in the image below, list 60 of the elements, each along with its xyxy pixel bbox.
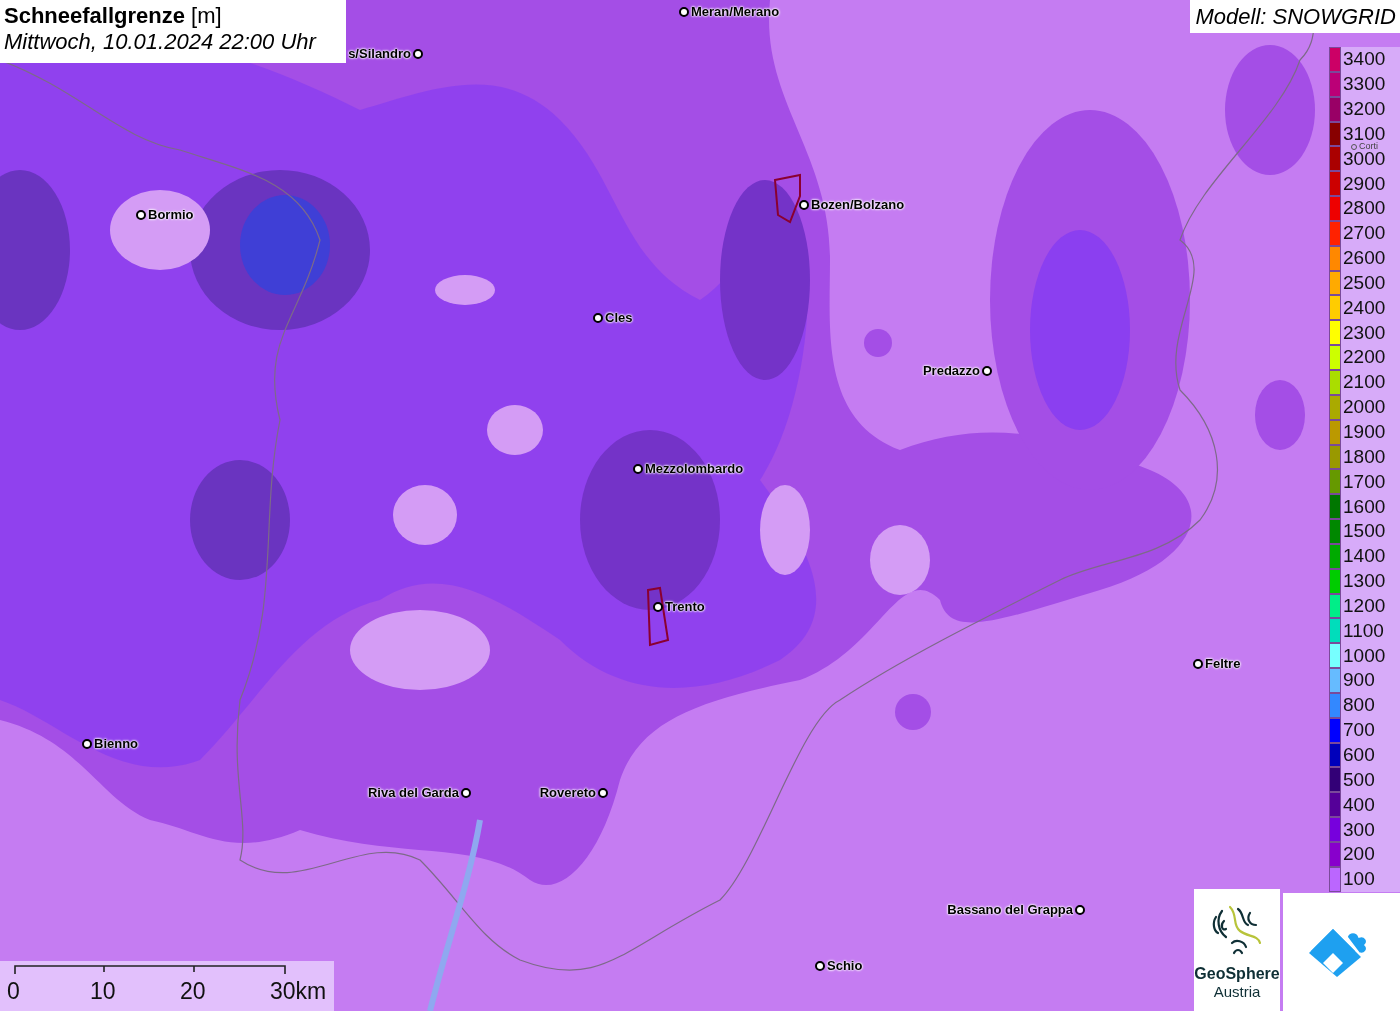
legend-label: 2400 xyxy=(1342,299,1386,316)
legend-label: 500 xyxy=(1342,771,1375,788)
legend-label: 800 xyxy=(1342,697,1375,714)
legend-label: 1600 xyxy=(1342,498,1386,515)
legend-label: 2000 xyxy=(1342,399,1386,416)
legend-label: 2500 xyxy=(1342,274,1386,292)
city-label: Bormio xyxy=(148,207,194,222)
city-label: s/Silandro xyxy=(348,46,411,61)
map-title: Schneefallgrenze [m] xyxy=(4,3,223,29)
scale-label: 30km xyxy=(270,978,328,1005)
logo-subtitle: Austria xyxy=(1213,983,1261,1000)
city-label: Riva del Garda xyxy=(367,785,459,800)
city-label: Corti xyxy=(1359,142,1378,151)
legend-label: 3200 xyxy=(1342,101,1386,118)
legend-label: 1300 xyxy=(1342,573,1386,590)
city-label: Bozen/Bolzano xyxy=(811,197,905,212)
city-label: Bienno xyxy=(94,736,139,751)
city-label: Rovereto xyxy=(539,785,596,800)
legend-label: 2200 xyxy=(1342,349,1386,366)
legend-label: 2900 xyxy=(1342,175,1386,192)
contour-lines-icon xyxy=(1210,903,1264,957)
legend-label: 1800 xyxy=(1342,448,1386,465)
legend-label: 1700 xyxy=(1342,473,1386,490)
legend-label: 1100 xyxy=(1342,622,1384,639)
city-label: Trento xyxy=(665,599,705,614)
legend-label: 600 xyxy=(1342,746,1375,764)
legend-label: 3000 xyxy=(1342,150,1386,167)
legend-label: 2100 xyxy=(1342,374,1386,391)
legend-label: 1900 xyxy=(1342,424,1386,441)
city-label: Predazzo xyxy=(922,363,980,378)
legend-label: 1500 xyxy=(1342,523,1386,540)
logo-name: GeoSphere xyxy=(1194,965,1280,983)
scale-label: 10 xyxy=(90,978,117,1005)
city-label: Cles xyxy=(605,310,633,325)
legend-label: 3100 xyxy=(1342,125,1386,142)
legend-label: 700 xyxy=(1342,722,1375,739)
legend-label: 400 xyxy=(1342,796,1375,813)
legend-label: 200 xyxy=(1342,846,1375,863)
forecast-datetime: Mittwoch, 10.01.2024 22:00 Uhr xyxy=(4,29,318,55)
legend-label: 1200 xyxy=(1342,597,1386,615)
scale-label: 20 xyxy=(180,978,207,1005)
legend-label: 2300 xyxy=(1342,324,1386,341)
legend-label: 300 xyxy=(1342,821,1375,838)
legend-label: 2800 xyxy=(1342,200,1386,217)
legend-label: 100 xyxy=(1342,871,1375,888)
city-label: Bassano del Grappa xyxy=(947,902,1073,917)
city-label: Schio xyxy=(827,958,863,973)
legend-label: 3400 xyxy=(1342,51,1386,68)
legend-label: 2600 xyxy=(1342,250,1386,267)
legend-label: 3300 xyxy=(1342,76,1386,93)
scale-ruler-icon xyxy=(14,965,286,974)
legend-label: 900 xyxy=(1342,672,1375,689)
model-label: Modell: SNOWGRID xyxy=(1189,0,1400,33)
legend-label: 1000 xyxy=(1342,647,1386,664)
city-label: Meran/Merano xyxy=(691,4,780,19)
scale-label: 0 xyxy=(6,978,21,1005)
city-label: Feltre xyxy=(1205,656,1241,671)
legend-label: 2700 xyxy=(1342,225,1386,242)
city-label: Mezzolombardo xyxy=(645,461,744,476)
legend-label: 1400 xyxy=(1342,548,1386,565)
